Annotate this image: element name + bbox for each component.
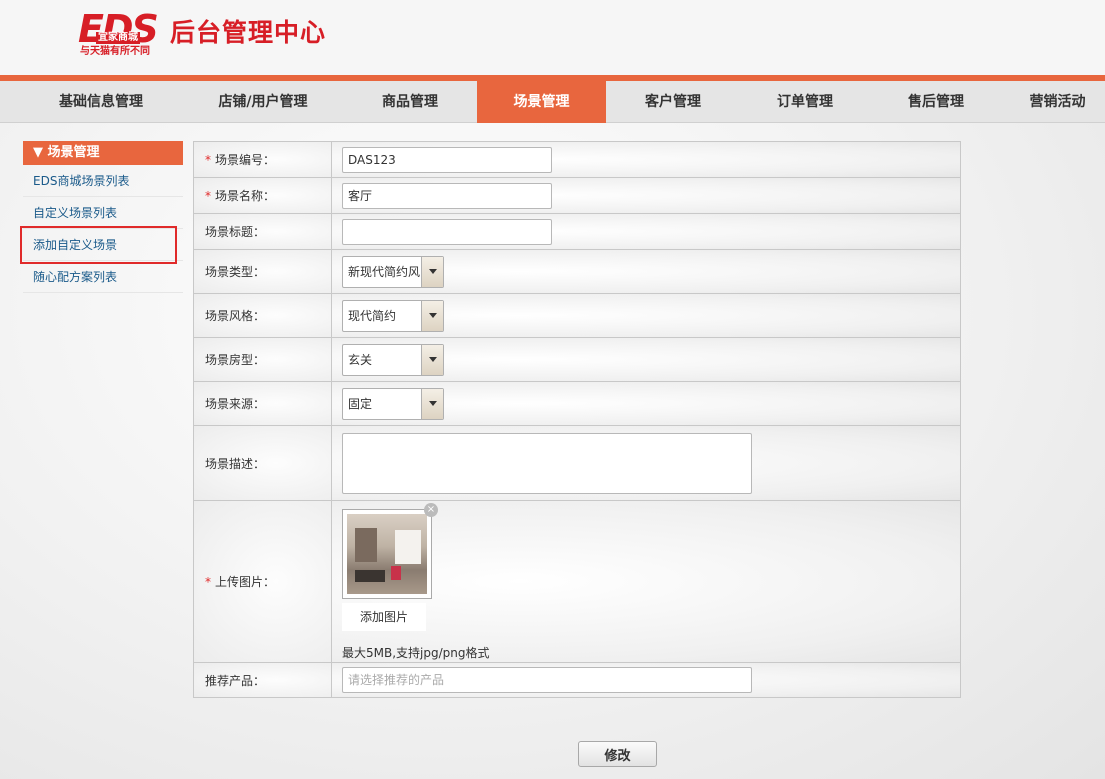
recommended-product-input[interactable] xyxy=(342,667,752,693)
field-label: 场景来源： xyxy=(194,382,332,425)
select-value: 现代简约 xyxy=(348,308,397,323)
select-value: 新现代简约风 xyxy=(348,264,421,279)
field-value: 玄关 xyxy=(332,338,960,381)
field-label: 场景类型： xyxy=(194,250,332,293)
form-row-product: 推荐产品： xyxy=(193,663,961,698)
field-value: 现代简约 xyxy=(332,294,960,337)
scene-room-select[interactable]: 玄关 xyxy=(342,343,444,376)
scene-title-input[interactable] xyxy=(342,218,552,245)
nav-item-scenes[interactable]: 场景管理 xyxy=(477,81,606,123)
modify-button[interactable]: 修改 xyxy=(578,741,657,767)
required-mark: * xyxy=(205,574,211,589)
label-text: 上传图片： xyxy=(215,575,276,589)
scene-type-select[interactable]: 新现代简约风 xyxy=(342,255,444,288)
field-value xyxy=(332,142,960,177)
main-nav: 基础信息管理 店铺/用户管理 商品管理 场景管理 客户管理 订单管理 售后管理 … xyxy=(0,81,1105,123)
sidebar-item-custom-scene-list[interactable]: 自定义场景列表 xyxy=(23,197,183,229)
chevron-down-icon[interactable] xyxy=(421,300,443,331)
form-row-upload: * 上传图片： × 添加图片 最大5MB,支持jpg/png格式 xyxy=(193,501,961,663)
field-value: × 添加图片 最大5MB,支持jpg/png格式 xyxy=(332,501,960,662)
label-text: 场景名称： xyxy=(215,189,276,203)
field-label: 场景房型： xyxy=(194,338,332,381)
upload-hint: 最大5MB,支持jpg/png格式 xyxy=(342,646,490,660)
site-title: 后台管理中心 xyxy=(170,18,327,47)
chevron-down-icon[interactable] xyxy=(421,344,443,375)
form-row-room: 场景房型： 玄关 xyxy=(193,338,961,382)
field-label: 场景描述： xyxy=(194,426,332,500)
form-row-desc: 场景描述： xyxy=(193,426,961,501)
nav-item-store-user[interactable]: 店铺/用户管理 xyxy=(188,81,338,123)
field-value xyxy=(332,214,960,249)
scene-code-input[interactable] xyxy=(342,146,552,173)
chevron-down-icon[interactable] xyxy=(421,388,443,419)
field-label: 场景风格： xyxy=(194,294,332,337)
nav-item-basic-info[interactable]: 基础信息管理 xyxy=(27,81,175,123)
nav-item-products[interactable]: 商品管理 xyxy=(345,81,475,123)
chevron-down-icon[interactable] xyxy=(421,256,443,287)
field-value xyxy=(332,426,960,500)
room-chair xyxy=(391,566,401,580)
sidebar-item-combo-list[interactable]: 随心配方案列表 xyxy=(23,261,183,293)
label-text: 场景编号： xyxy=(215,153,276,167)
select-value: 固定 xyxy=(348,396,373,411)
field-value: 新现代简约风 xyxy=(332,250,960,293)
close-icon[interactable]: × xyxy=(424,503,438,517)
logo-slogan: 与天猫有所不同 xyxy=(80,46,150,57)
room-photo xyxy=(347,514,427,594)
scene-source-select[interactable]: 固定 xyxy=(342,387,444,420)
logo-mall-tag: 宜家商城 xyxy=(96,32,140,44)
nav-item-orders[interactable]: 订单管理 xyxy=(740,81,870,123)
field-value: 固定 xyxy=(332,382,960,425)
eds-logo[interactable]: EDS 宜家商城 与天猫有所不同 xyxy=(78,10,168,58)
sidebar-heading[interactable]: ▼ 场景管理 xyxy=(23,141,183,165)
highlight-box xyxy=(20,226,177,264)
scene-desc-textarea[interactable] xyxy=(342,432,752,494)
room-window xyxy=(395,530,421,564)
field-label: * 场景名称： xyxy=(194,178,332,213)
form-row-code: * 场景编号： xyxy=(193,141,961,178)
add-image-button[interactable]: 添加图片 xyxy=(342,603,426,631)
nav-item-after-sales[interactable]: 售后管理 xyxy=(872,81,1000,123)
field-label: 场景标题： xyxy=(194,214,332,249)
scene-name-input[interactable] xyxy=(342,182,552,209)
scene-form: * 场景编号： * 场景名称： 场景标题： 场景类型： 新现代简约风 场景风格： 现… xyxy=(193,141,961,698)
form-row-name: * 场景名称： xyxy=(193,178,961,214)
room-wall-panel xyxy=(355,528,377,562)
nav-item-customers[interactable]: 客户管理 xyxy=(608,81,738,123)
field-label: 推荐产品： xyxy=(194,663,332,697)
field-value xyxy=(332,178,960,213)
form-row-title: 场景标题： xyxy=(193,214,961,250)
form-row-style: 场景风格： 现代简约 xyxy=(193,294,961,338)
field-value xyxy=(332,663,960,697)
form-row-source: 场景来源： 固定 xyxy=(193,382,961,426)
field-label: * 场景编号： xyxy=(194,142,332,177)
room-sofa xyxy=(355,570,385,582)
scene-style-select[interactable]: 现代简约 xyxy=(342,299,444,332)
header: EDS 宜家商城 与天猫有所不同 后台管理中心 xyxy=(0,0,1105,76)
nav-item-marketing[interactable]: 营销活动 xyxy=(1010,81,1105,123)
uploaded-image-thumb[interactable]: × xyxy=(342,503,438,599)
select-value: 玄关 xyxy=(348,352,373,367)
required-mark: * xyxy=(205,152,211,167)
sidebar: ▼ 场景管理 EDS商城场景列表 自定义场景列表 添加自定义场景 随心配方案列表 xyxy=(23,141,183,293)
sidebar-item-eds-scene-list[interactable]: EDS商城场景列表 xyxy=(23,165,183,197)
field-label: * 上传图片： xyxy=(194,501,332,662)
required-mark: * xyxy=(205,188,211,203)
form-row-type: 场景类型： 新现代简约风 xyxy=(193,250,961,294)
